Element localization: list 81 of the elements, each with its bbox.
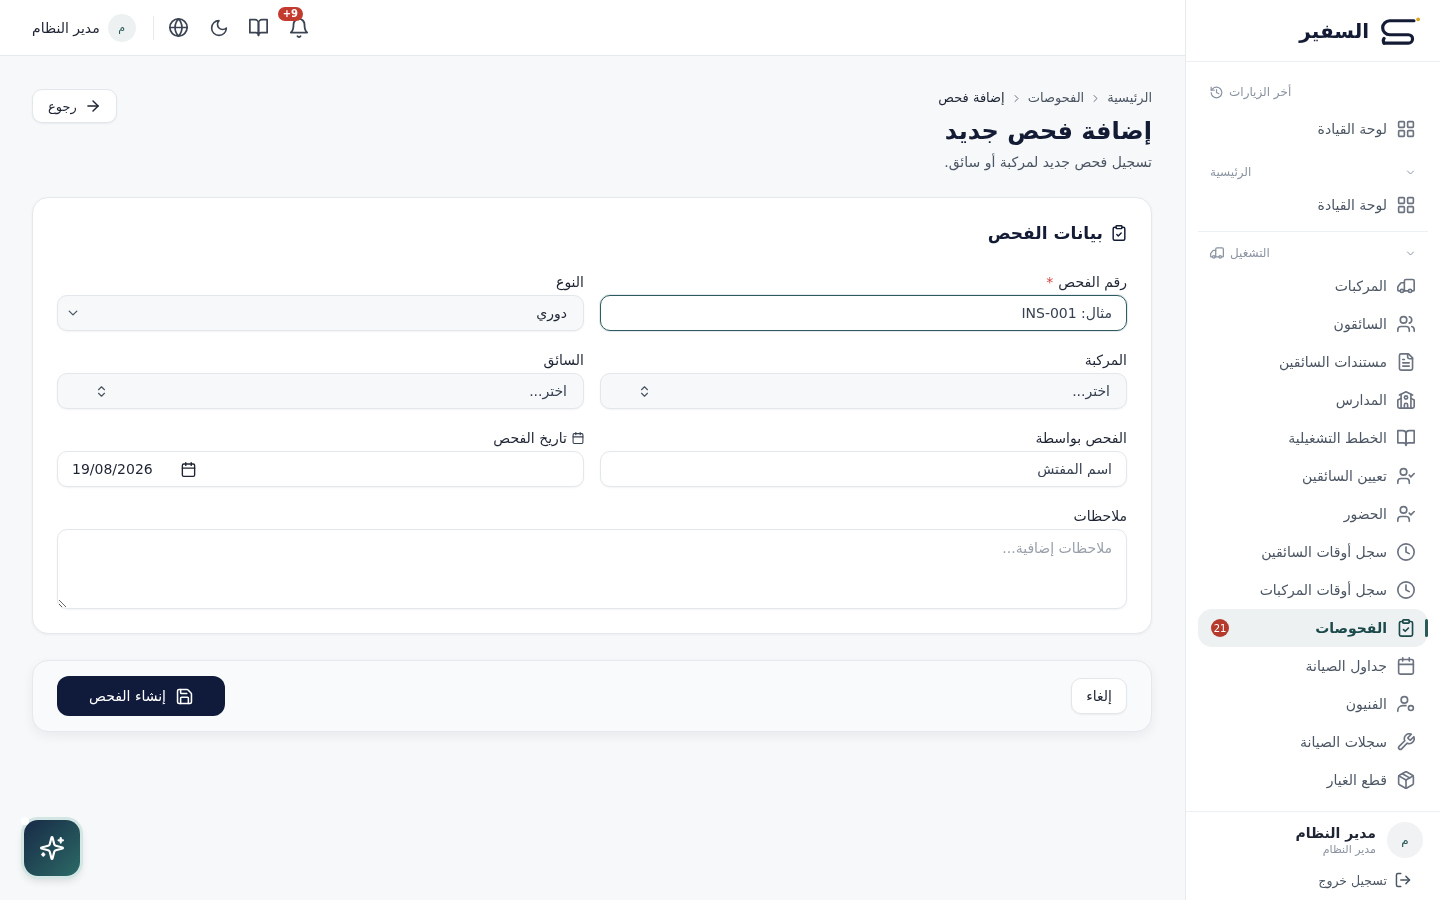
sparkles-icon xyxy=(40,836,64,860)
field-label: النوع xyxy=(556,274,584,290)
page-subtitle: تسجيل فحص جديد لمركبة أو سائق. xyxy=(943,152,1152,172)
calendar-icon xyxy=(572,432,584,444)
section-title: أخر الزيارات xyxy=(1229,85,1292,99)
select-field[interactable]: دوري xyxy=(57,295,584,331)
field-label: الفحص بواسطة xyxy=(1035,430,1127,446)
brand-name: السفير xyxy=(1299,18,1369,43)
required-mark: * xyxy=(1046,274,1054,290)
nav-item[interactable]: الفنيون xyxy=(1198,685,1428,723)
count-badge: 21 xyxy=(1211,619,1229,637)
calendar-icon xyxy=(1397,657,1415,675)
nav-item[interactable]: سجل أوقات المركبات xyxy=(1198,571,1428,609)
bell-icon[interactable] xyxy=(288,17,309,38)
field-label: تاريخ الفحص xyxy=(493,430,567,446)
field-label: رقم الفحص xyxy=(1058,274,1127,290)
field-label: ملاحظات xyxy=(1073,508,1127,524)
cancel-button[interactable]: إلغاء xyxy=(1071,678,1127,714)
school-building-icon xyxy=(1397,391,1415,409)
notification-badge: +9 xyxy=(277,6,304,21)
field-label: المركبة xyxy=(1084,352,1127,368)
wrench-icon xyxy=(1397,733,1415,751)
nav-item[interactable]: سجل أوقات السائقين xyxy=(1198,533,1428,571)
nav-item[interactable]: المدارس xyxy=(1198,381,1428,419)
nav-item[interactable]: قطع الغيار xyxy=(1198,761,1428,799)
history-icon xyxy=(1210,85,1223,99)
user-role: مدير النظام xyxy=(1321,842,1376,857)
form-title: بيانات الفحص xyxy=(987,222,1103,244)
clock-icon xyxy=(1397,581,1415,599)
page-title: إضافة فحص جديد xyxy=(943,116,1152,147)
grid-icon xyxy=(1397,196,1415,214)
users-icon xyxy=(1397,315,1415,333)
breadcrumb-link[interactable]: الفحوصات xyxy=(1027,88,1085,108)
breadcrumb-current: إضافة فحص xyxy=(938,89,1005,108)
nav-item[interactable]: تعيين السائقين xyxy=(1198,457,1428,495)
save-icon xyxy=(176,687,193,705)
select-field[interactable]: اختر... xyxy=(600,373,1127,409)
book-icon xyxy=(1397,429,1415,447)
truck-icon xyxy=(1210,246,1224,260)
field-label: السائق xyxy=(543,352,584,368)
submit-button[interactable]: إنشاء الفحص xyxy=(57,676,225,716)
avatar: م xyxy=(107,13,136,42)
user-check-icon xyxy=(1397,505,1415,523)
clipboard-check-icon xyxy=(1111,225,1127,241)
notes-field[interactable]: ملاحظات إضافية... xyxy=(57,529,1127,609)
globe-icon[interactable] xyxy=(169,18,189,37)
status-dot-icon xyxy=(21,817,29,825)
nav-item[interactable]: الحضور xyxy=(1198,495,1428,533)
moon-icon[interactable] xyxy=(209,18,228,37)
nav-item[interactable]: لوحة القيادة xyxy=(1198,110,1428,148)
logout-icon xyxy=(1395,872,1411,888)
nav-item[interactable]: السائقون xyxy=(1198,305,1428,343)
nav-item[interactable]: الخطط التشغيلية xyxy=(1198,419,1428,457)
clipboard-check-icon xyxy=(1397,619,1415,637)
book-icon[interactable] xyxy=(249,18,269,37)
nav-item[interactable]: جداول الصيانة xyxy=(1198,647,1428,685)
document-icon xyxy=(1397,353,1415,371)
logout-link[interactable]: تسجيل خروج xyxy=(1318,872,1411,888)
package-icon xyxy=(1397,771,1415,789)
breadcrumb-link[interactable]: الرئيسية xyxy=(1107,88,1152,108)
arrow-right-icon xyxy=(84,98,101,114)
date-field[interactable]: 19/08/2026 xyxy=(57,451,584,487)
nav-item[interactable]: مستندات السائقين xyxy=(1198,343,1428,381)
nav-item[interactable]: المركبات xyxy=(1198,267,1428,305)
select-field[interactable]: اختر... xyxy=(57,373,584,409)
user-icon xyxy=(1397,695,1415,713)
nav-item[interactable]: سجلات الصيانة xyxy=(1198,723,1428,761)
back-button[interactable]: رجوع xyxy=(32,89,117,123)
up-down-chevron-icon xyxy=(95,384,108,398)
nav-item[interactable]: لوحة القيادة xyxy=(1198,186,1428,224)
user-check-icon xyxy=(1397,467,1415,485)
ai-assistant-button[interactable] xyxy=(24,820,80,876)
truck-icon xyxy=(1397,277,1415,295)
grid-icon xyxy=(1397,120,1415,138)
user-name: مدير النظام xyxy=(32,19,100,36)
avatar: م xyxy=(1387,822,1423,858)
text-field[interactable]: مثال: INS-001 xyxy=(600,295,1127,331)
up-down-chevron-icon xyxy=(638,384,651,398)
user-name: مدير النظام xyxy=(1295,823,1376,842)
clock-icon xyxy=(1397,543,1415,561)
calendar-icon xyxy=(180,461,196,477)
